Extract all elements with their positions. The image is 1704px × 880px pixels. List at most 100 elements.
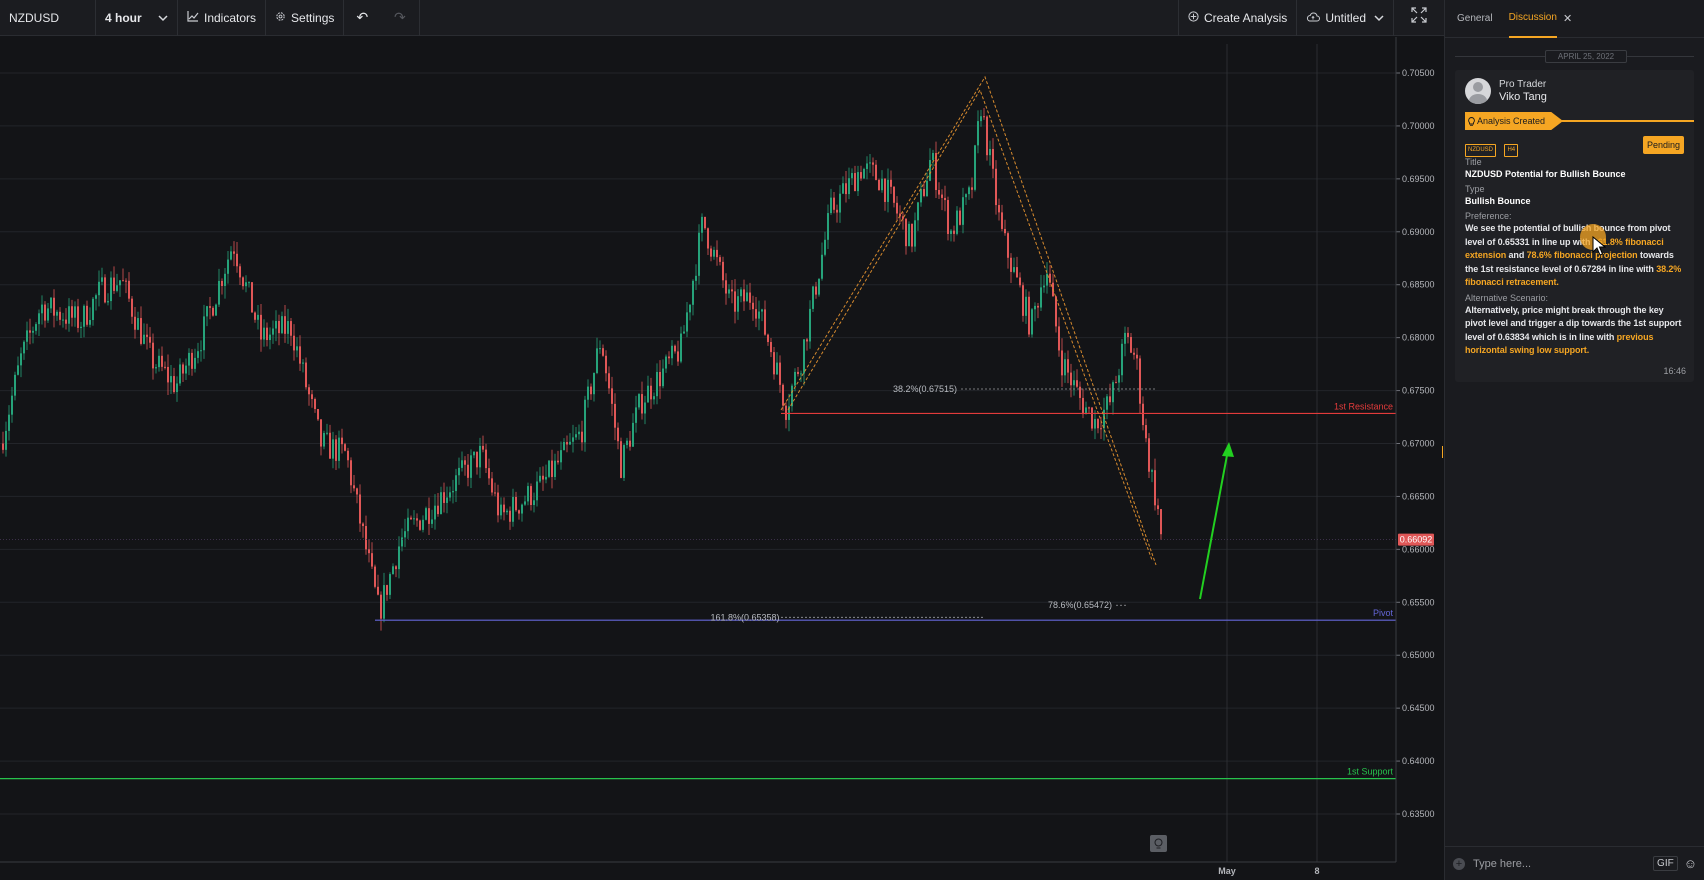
candle-body <box>725 280 727 294</box>
candle-body <box>413 518 415 520</box>
settings-button[interactable]: Settings <box>266 0 345 36</box>
pending-status-badge[interactable]: Pending <box>1642 136 1684 154</box>
message-input[interactable] <box>1473 857 1654 870</box>
current-price-label: 0.66092 <box>1400 535 1433 545</box>
candle-body <box>890 179 892 187</box>
gif-button[interactable]: GIF <box>1653 856 1678 871</box>
candle-body <box>278 320 280 334</box>
candle-body <box>884 178 886 202</box>
timeframe-selector[interactable]: 4 hour <box>96 0 178 36</box>
candle-body <box>905 218 907 247</box>
candle-body <box>803 339 805 374</box>
candle-body <box>275 320 277 329</box>
tab-general[interactable]: General <box>1457 0 1493 38</box>
candle-body <box>161 355 163 367</box>
candle-body <box>455 475 457 492</box>
alternative-text: Alternatively, price might break through… <box>1465 304 1684 358</box>
plus-icon[interactable]: + <box>1453 857 1465 870</box>
candle-body <box>623 445 625 478</box>
candle-body <box>101 277 103 282</box>
undo-button[interactable]: ↶ <box>344 0 380 36</box>
candle-body <box>137 318 139 330</box>
candle-body <box>155 367 157 369</box>
candle-body <box>209 306 211 308</box>
avatar[interactable] <box>1465 78 1491 104</box>
undo-icon: ↶ <box>356 9 369 25</box>
plus-circle-icon <box>1188 10 1199 25</box>
indicators-button[interactable]: Indicators <box>178 0 267 36</box>
candle-body <box>74 306 76 318</box>
fullscreen-button[interactable] <box>1394 0 1444 36</box>
price-chart[interactable]: 1st Resistance Pivot 1st Support 38.2%(0.67… <box>0 37 1444 880</box>
chart-canvas[interactable]: 1st Resistance Pivot 1st Support 38.2%(0.67… <box>0 37 1444 880</box>
candle-body <box>2 443 4 450</box>
candle-body <box>302 362 304 364</box>
preference-label: Preference: <box>1465 211 1512 221</box>
status-line <box>1561 120 1694 122</box>
candle-body <box>767 334 769 343</box>
candle-body <box>257 314 259 320</box>
candle-body <box>1061 350 1063 376</box>
candle-body <box>953 230 955 234</box>
candle-body <box>1154 470 1156 506</box>
candle-body <box>797 371 799 375</box>
candle-body <box>1121 343 1123 376</box>
candle-body <box>1079 386 1081 398</box>
idea-button[interactable] <box>1150 835 1167 852</box>
candle-body <box>971 187 973 190</box>
candle-body <box>266 327 268 341</box>
candle-body <box>1115 382 1117 384</box>
close-icon[interactable]: ✕ <box>1563 12 1572 25</box>
candle-body <box>29 330 31 333</box>
candle-body <box>335 439 337 461</box>
symbol-tag[interactable]: NZDUSD <box>1465 144 1496 157</box>
candle-body <box>344 444 346 451</box>
candle-body <box>1028 296 1030 335</box>
symbol-selector[interactable]: NZDUSD <box>0 0 96 36</box>
candle-body <box>1127 332 1129 338</box>
candle-body <box>80 326 82 328</box>
redo-button[interactable]: ↷ <box>380 0 421 36</box>
price-tick-label: 0.68500 <box>1402 280 1435 290</box>
candle-body <box>410 517 412 520</box>
emoji-icon[interactable]: ☺ <box>1684 856 1697 871</box>
candle-body <box>35 324 37 331</box>
candle-body <box>728 289 730 294</box>
candle-body <box>353 485 355 489</box>
create-analysis-button[interactable]: Create Analysis <box>1177 0 1298 36</box>
tags-row: NZDUSD H4 Pending <box>1465 136 1684 157</box>
price-tick-label: 0.66500 <box>1402 491 1435 501</box>
cloud-icon <box>1306 11 1321 25</box>
candle-body <box>608 373 610 389</box>
candle-body <box>755 309 757 319</box>
candle-body <box>821 254 823 279</box>
author-row: Pro Trader Viko Tang <box>1465 78 1684 104</box>
candle-body <box>221 280 223 286</box>
price-axis[interactable]: 0.70500 0.70000 0.69500 0.69000 0.68500 0.680… <box>1395 37 1435 862</box>
candle-body <box>998 205 1000 213</box>
candle-body <box>308 387 310 395</box>
candle-body <box>761 309 763 312</box>
time-tick-label: 8 <box>1314 866 1319 876</box>
candle-body <box>479 445 481 468</box>
status-ribbon: Analysis Created <box>1465 112 1563 130</box>
candle-body <box>677 351 679 362</box>
title-label: Title <box>1465 157 1482 167</box>
candle-body <box>128 280 130 299</box>
candle-body <box>485 449 487 469</box>
timeframe-tag[interactable]: H4 <box>1504 144 1519 157</box>
candle-body <box>23 341 25 354</box>
candle-body <box>1088 407 1090 409</box>
tab-discussion[interactable]: Discussion <box>1508 0 1557 38</box>
candle-body <box>542 475 544 480</box>
candle-body <box>602 348 604 356</box>
untitled-layout-button[interactable]: Untitled <box>1297 0 1394 36</box>
time-tick-label: May <box>1218 866 1236 876</box>
candle-body <box>683 331 685 334</box>
candle-body <box>263 327 265 340</box>
candle-body <box>398 546 400 570</box>
candle-body <box>146 334 148 337</box>
candle-body <box>38 313 40 325</box>
time-axis[interactable]: May 8 <box>0 861 1396 876</box>
candle-body <box>215 304 217 316</box>
